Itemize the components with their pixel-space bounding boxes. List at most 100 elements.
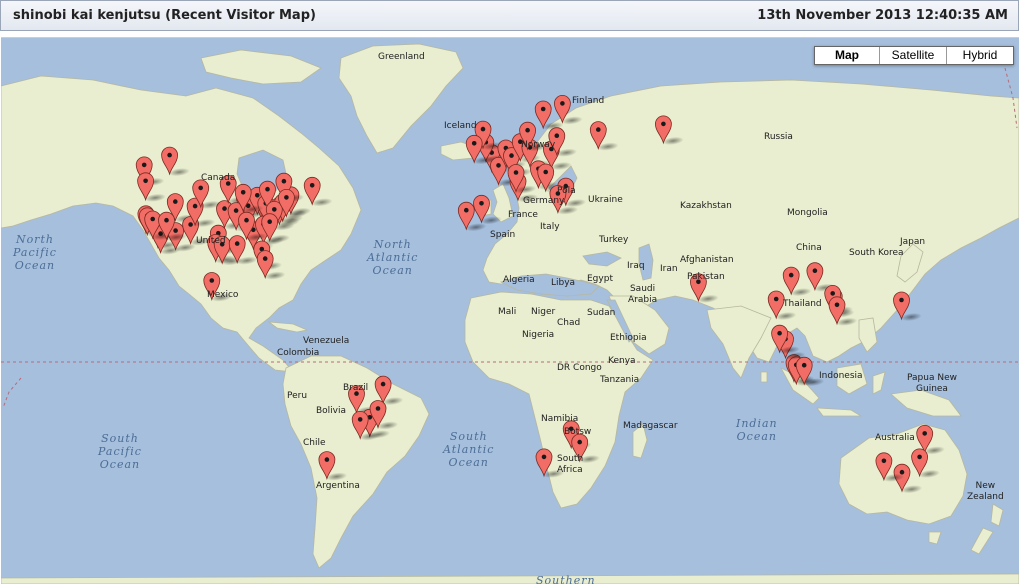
visitor-marker-dot xyxy=(922,431,927,436)
label-united-states: United xyxy=(196,236,226,246)
label-indonesia: Indonesia xyxy=(819,371,863,381)
label-south-korea: South Korea xyxy=(849,248,904,258)
label-norway: Norway xyxy=(521,140,556,150)
visitor-marker-dot xyxy=(513,170,519,175)
visitor-marker-dot xyxy=(788,272,794,278)
label-afghanistan: Afghanistan xyxy=(680,255,734,265)
label-papua-new-guinea: Papua New Guinea xyxy=(907,373,957,394)
label-france: France xyxy=(508,210,538,220)
map-type-hybrid-button[interactable]: Hybrid xyxy=(946,47,1013,64)
label-finland: Finland xyxy=(572,96,605,106)
label-poland: Pola xyxy=(557,186,576,196)
visitor-marker-dot xyxy=(240,190,246,195)
visitor-marker-dot xyxy=(577,439,582,445)
visitor-marker-dot xyxy=(164,217,169,223)
label-iceland: Iceland xyxy=(444,121,477,131)
label-japan: Japan xyxy=(900,237,926,247)
timestamp: 13th November 2013 12:40:35 AM xyxy=(757,8,1008,23)
label-north-atlantic-ocean: North Atlantic Ocean xyxy=(367,238,419,277)
visitor-marker-dot xyxy=(324,457,330,462)
label-namibia: Namibia xyxy=(541,414,579,424)
label-russia: Russia xyxy=(764,132,793,142)
visitor-map[interactable]: Greenland Iceland Finland Norway Russia … xyxy=(1,37,1019,584)
visitor-marker-dot xyxy=(525,127,530,133)
label-chile: Chile xyxy=(303,438,326,448)
map-type-map-button[interactable]: Map xyxy=(815,47,879,64)
visitor-marker-dot xyxy=(661,121,666,127)
label-ukraine: Ukraine xyxy=(588,195,623,205)
visitor-marker-dot xyxy=(198,185,203,191)
label-china: China xyxy=(796,243,822,253)
label-south-pacific-ocean: South Pacific Ocean xyxy=(98,432,142,471)
visitor-marker-dot xyxy=(834,302,840,308)
visitor-marker-dot xyxy=(143,178,148,184)
label-south-atlantic-ocean: South Atlantic Ocean xyxy=(443,430,495,469)
label-canada: Canada xyxy=(201,173,236,183)
visitor-marker-dot xyxy=(265,186,270,192)
label-turkey: Turkey xyxy=(599,235,629,245)
visitor-marker-dot xyxy=(188,222,193,227)
label-indian-ocean: Indian Ocean xyxy=(736,417,778,443)
label-new-zealand: New Zealand xyxy=(967,481,1004,502)
label-mali: Mali xyxy=(498,307,517,317)
visitor-marker-dot xyxy=(540,106,546,112)
label-dr-congo: DR Congo xyxy=(557,363,602,373)
label-ethiopia: Ethiopia xyxy=(610,333,647,343)
visitor-marker-dot xyxy=(471,141,477,146)
visitor-marker-dot xyxy=(917,454,922,460)
label-kenya: Kenya xyxy=(608,356,636,366)
visitor-marker-dot xyxy=(899,297,904,303)
visitor-marker-dot xyxy=(479,201,484,206)
sri-lanka xyxy=(760,371,768,383)
label-iraq: Iraq xyxy=(627,261,645,271)
visitor-marker-dot xyxy=(380,381,386,387)
visitor-marker-dot xyxy=(209,278,215,283)
visitor-marker-dot xyxy=(272,207,277,212)
label-madagascar: Madagascar xyxy=(623,421,678,431)
label-north-pacific-ocean: North Pacific Ocean xyxy=(13,233,57,272)
label-botswana: Botsw xyxy=(564,427,592,437)
map-type-satellite-button[interactable]: Satellite xyxy=(879,47,946,64)
title-bar: shinobi kai kenjutsu (Recent Visitor Map… xyxy=(0,0,1019,31)
label-germany: Germany xyxy=(523,196,565,206)
visitor-marker-dot xyxy=(480,126,486,132)
label-libya: Libya xyxy=(551,278,576,288)
label-argentina: Argentina xyxy=(316,481,360,491)
visitor-marker-dot xyxy=(830,291,835,296)
visitor-marker-dot xyxy=(281,178,287,184)
visitor-marker-dot xyxy=(192,203,198,209)
visitor-marker-dot xyxy=(541,454,547,460)
visitor-marker-dot xyxy=(801,362,807,368)
visitor-marker-dot xyxy=(375,406,381,411)
label-iran: Iran xyxy=(660,264,678,274)
visitor-marker-dot xyxy=(167,152,172,158)
label-australia: Australia xyxy=(875,433,915,443)
label-italy: Italy xyxy=(540,222,560,232)
visitor-marker-dot xyxy=(284,195,289,200)
visitor-marker-dot xyxy=(357,417,363,422)
visitor-marker-dot xyxy=(173,228,178,233)
visitor-marker-dot xyxy=(899,469,905,475)
visitor-marker-dot xyxy=(543,169,548,175)
label-egypt: Egypt xyxy=(587,274,613,284)
visitor-marker-dot xyxy=(141,162,147,168)
label-south-africa: South Africa xyxy=(557,454,584,475)
label-pakistan: Pakistan xyxy=(687,272,725,282)
visitor-marker-dot xyxy=(233,208,239,213)
map-type-control: Map Satellite Hybrid xyxy=(814,46,1014,65)
label-colombia: Colombia xyxy=(277,348,320,358)
visitor-marker-dot xyxy=(812,268,818,273)
visitor-marker-dot xyxy=(596,127,601,132)
label-algeria: Algeria xyxy=(503,275,535,285)
visitor-marker-dot xyxy=(496,163,501,168)
visitor-marker-dot xyxy=(509,153,514,158)
visitor-marker-dot xyxy=(554,133,560,138)
page-title: shinobi kai kenjutsu (Recent Visitor Map… xyxy=(13,8,316,23)
label-niger: Niger xyxy=(531,307,556,317)
visitor-marker-dot xyxy=(560,101,565,106)
visitor-marker-dot xyxy=(309,183,315,188)
label-spain: Spain xyxy=(490,230,516,240)
label-tanzania: Tanzania xyxy=(600,375,640,385)
label-brazil: Brazil xyxy=(343,383,369,393)
visitor-marker-dot xyxy=(150,216,155,222)
